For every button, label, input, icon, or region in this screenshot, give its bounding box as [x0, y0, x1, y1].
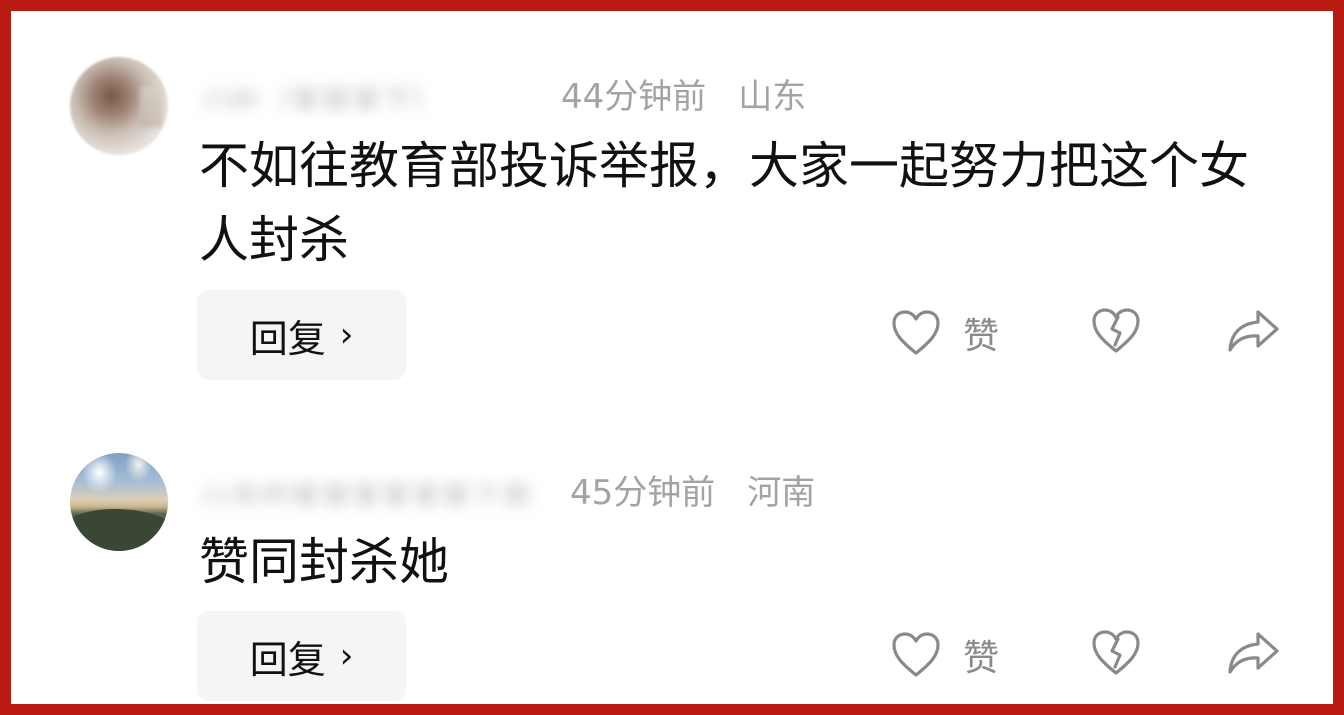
comment-time: 44分钟前 [561, 76, 707, 117]
dislike-button[interactable] [1091, 307, 1141, 355]
comment-meta: 山东的某某某某某某之声 45分钟前 河南 [201, 461, 815, 517]
comment-text: 不如往教育部投诉举报，大家一起努力把这个女人封杀 [199, 137, 1249, 269]
comment-actions: 赞 [891, 629, 1291, 685]
reply-button[interactable]: 回复 › [197, 290, 406, 380]
broken-heart-icon [1091, 629, 1141, 677]
heart-outline-icon [891, 631, 941, 679]
like-button[interactable]: 赞 [891, 629, 999, 681]
share-arrow-icon [1225, 629, 1281, 677]
heart-outline-icon [891, 309, 941, 357]
like-label: 赞 [963, 638, 1000, 679]
comment-time: 45分钟前 [570, 472, 716, 513]
share-arrow-icon [1225, 307, 1281, 355]
username[interactable]: 山东的某某某某某某之声 [201, 473, 566, 505]
comment-text: 赞同封杀她 [199, 533, 449, 591]
comment-actions: 赞 [891, 307, 1291, 363]
like-button[interactable]: 赞 [891, 307, 999, 359]
avatar[interactable] [70, 57, 168, 155]
chevron-right-icon: › [339, 636, 354, 676]
comment-region: 山东 [738, 76, 807, 117]
comment-meta: 小叶（某某某下） 44分钟前 山东 [201, 65, 806, 121]
share-button[interactable] [1225, 629, 1281, 677]
share-button[interactable] [1225, 307, 1281, 355]
comment-region: 河南 [747, 472, 816, 513]
avatar[interactable] [70, 453, 168, 551]
username[interactable]: 小叶（某某某下） [201, 77, 521, 109]
broken-heart-icon [1091, 307, 1141, 355]
dislike-button[interactable] [1091, 629, 1141, 677]
reply-label: 回复 [249, 316, 326, 361]
like-label: 赞 [963, 316, 1000, 357]
screenshot-frame: 小叶（某某某下） 44分钟前 山东 不如往教育部投诉举报，大家一起努力把这个女人… [0, 0, 1344, 715]
reply-label: 回复 [249, 637, 326, 682]
reply-button[interactable]: 回复 › [197, 611, 406, 701]
chevron-right-icon: › [339, 315, 354, 355]
